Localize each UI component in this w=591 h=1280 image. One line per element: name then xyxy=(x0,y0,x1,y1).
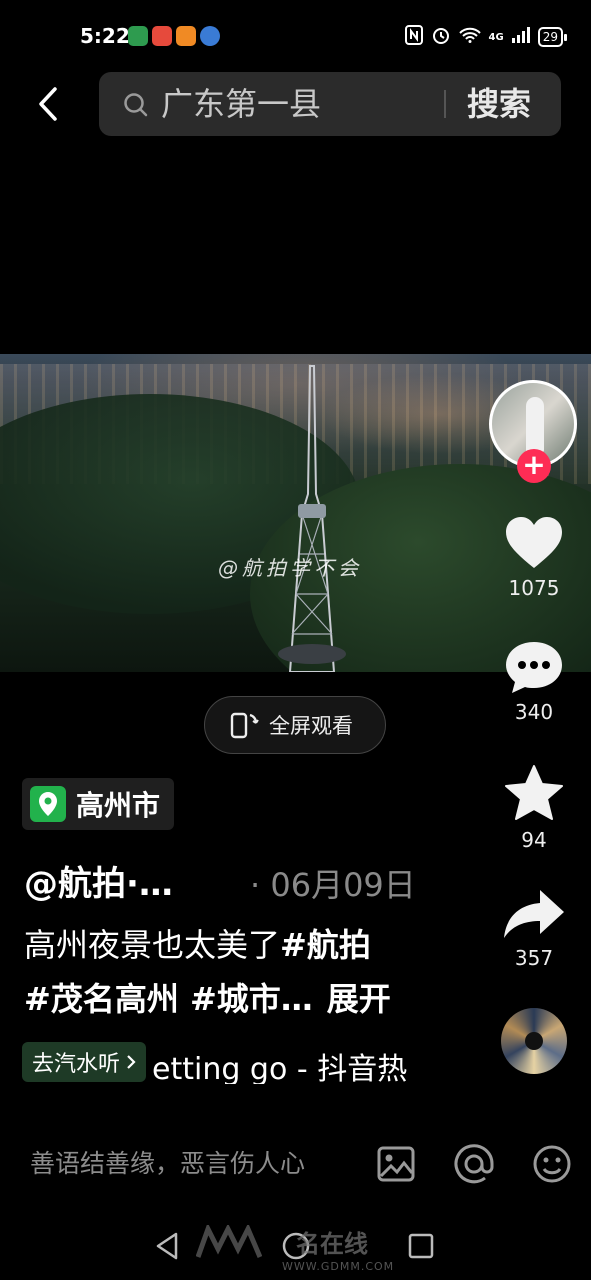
mention-icon[interactable] xyxy=(452,1142,496,1186)
favorite-count: 94 xyxy=(521,828,547,852)
status-time: 5:22 xyxy=(80,24,130,48)
back-button[interactable] xyxy=(28,82,68,126)
expand-button[interactable]: 展开 xyxy=(327,980,391,1018)
image-icon[interactable] xyxy=(374,1142,418,1186)
signal-icon xyxy=(511,27,530,47)
music-disc[interactable] xyxy=(501,1008,567,1074)
alarm-icon xyxy=(431,25,451,49)
follow-button[interactable]: + xyxy=(517,449,551,483)
network-type: 4G xyxy=(488,31,504,43)
share-arrow-icon xyxy=(504,890,564,938)
emoji-icon[interactable] xyxy=(530,1142,574,1186)
app-notification-icon xyxy=(152,26,172,46)
nav-recents-icon[interactable] xyxy=(405,1230,437,1262)
post-date: · 06月09日 xyxy=(250,866,416,904)
app-notification-icon xyxy=(176,26,196,46)
fullscreen-button[interactable]: 全屏观看 xyxy=(204,696,386,754)
search-bar[interactable]: 广东第一县 搜索 xyxy=(99,72,561,136)
app-notification-icon xyxy=(128,26,148,46)
tv-tower-graphic xyxy=(278,365,346,672)
site-logo-icon xyxy=(196,1224,262,1258)
avatar-figure xyxy=(526,397,544,453)
share-button[interactable]: 357 xyxy=(494,888,574,970)
caption-line: 高州夜景也太美了#航拍 xyxy=(24,920,371,966)
site-watermark: 名在线 WWW.GDMM.COM xyxy=(196,1224,393,1273)
fullscreen-label: 全屏观看 xyxy=(269,714,353,738)
star-icon xyxy=(505,765,563,820)
comment-input[interactable]: 善语结善缘，恶言伤人心 xyxy=(30,1144,305,1180)
nfc-icon xyxy=(404,25,423,49)
battery-indicator: 29 xyxy=(537,27,568,47)
wifi-icon xyxy=(458,27,481,47)
site-name: 名在线 xyxy=(296,1230,368,1258)
comment-icon xyxy=(506,642,562,693)
listen-chip-label: 去汽水听 xyxy=(32,1052,121,1077)
chevron-left-icon xyxy=(39,87,57,121)
search-divider xyxy=(444,90,446,118)
search-icon xyxy=(124,93,148,117)
search-button[interactable]: 搜索 xyxy=(467,84,531,124)
notification-app-icons xyxy=(128,26,220,46)
search-input[interactable]: 广东第一县 xyxy=(161,84,321,124)
caption-line: #茂名高州 #城市… 展开 xyxy=(24,974,391,1020)
video-watermark: @航拍学不会 xyxy=(218,556,362,580)
heart-icon xyxy=(506,517,562,568)
comment-count: 340 xyxy=(514,700,554,724)
like-button[interactable]: 1075 xyxy=(494,516,574,600)
nav-back-icon[interactable] xyxy=(152,1230,184,1262)
rotate-screen-icon xyxy=(230,712,259,739)
share-count: 357 xyxy=(514,946,554,970)
location-label: 高州市 xyxy=(76,789,161,822)
comment-button[interactable]: 340 xyxy=(494,640,574,724)
hashtag-link[interactable]: #航拍 xyxy=(280,926,371,964)
music-row[interactable]: 去汽水听 etting go - 抖音热 xyxy=(22,1040,408,1084)
site-url: WWW.GDMM.COM xyxy=(282,1260,395,1273)
status-bar: 5:22 4G 29 xyxy=(0,0,591,72)
status-indicators: 4G 29 xyxy=(404,25,568,49)
favorite-button[interactable]: 94 xyxy=(494,764,574,852)
location-tag[interactable]: 高州市 xyxy=(22,778,175,830)
author-name[interactable]: @航拍·… xyxy=(24,856,173,905)
system-nav-bar: 名在线 WWW.GDMM.COM xyxy=(0,1216,591,1280)
comment-bar: 善语结善缘，恶言伤人心 xyxy=(0,1124,591,1204)
app-notification-icon xyxy=(200,26,220,46)
hashtag-link[interactable]: #茂名高州 #城市… xyxy=(24,980,313,1018)
location-pin-icon xyxy=(30,786,66,822)
music-title: etting go - 抖音热 xyxy=(152,1052,408,1084)
like-count: 1075 xyxy=(508,576,560,600)
listen-in-app-button[interactable]: 去汽水听 xyxy=(22,1042,147,1082)
chevron-right-icon xyxy=(127,1055,136,1069)
caption-text: 高州夜景也太美了 xyxy=(24,926,281,964)
